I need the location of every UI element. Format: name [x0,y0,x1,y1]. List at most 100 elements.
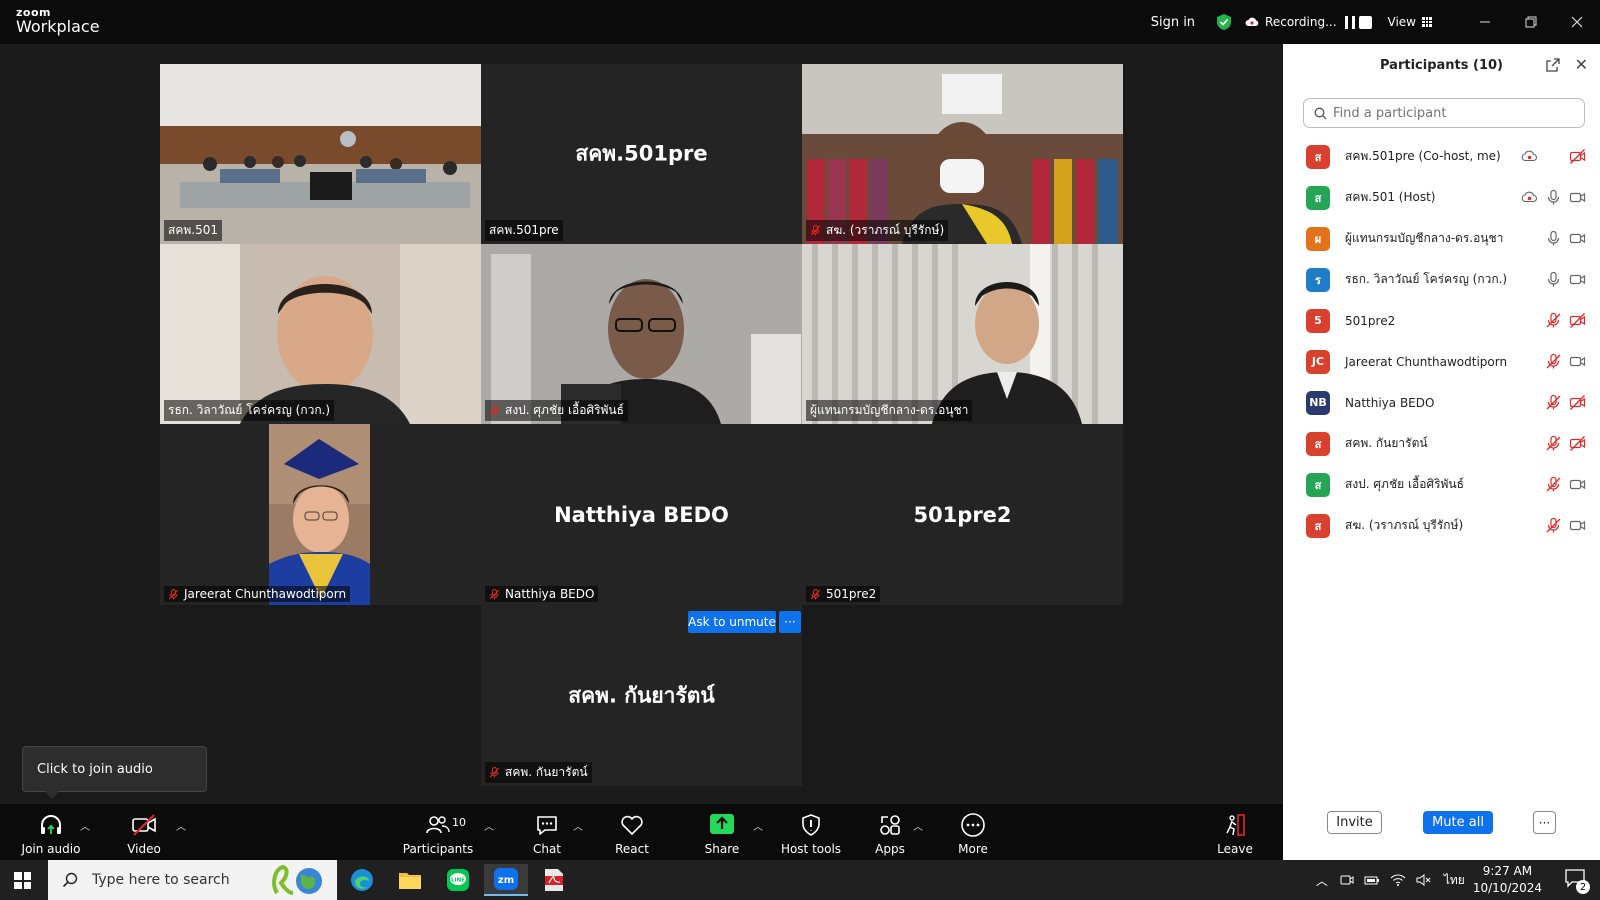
tile-name-label: สคพ.501 [164,220,222,241]
video-tile-name-only[interactable]: สคพ.501pre สคพ.501pre [481,64,802,244]
apps-icon [880,815,900,835]
share-button[interactable]: Share [697,804,747,860]
recording-indicator[interactable]: Recording... [1245,15,1372,29]
speaker-muted-icon[interactable] [1416,873,1432,887]
participant-name: ผู้แทนกรมบัญชีกลาง-ดร.อนุชา [1345,231,1504,245]
taskbar-line-icon[interactable]: LINE [436,864,480,896]
video-tile-man-suit[interactable]: ผู้แทนกรมบัญชีกลาง-ดร.อนุชา [802,244,1123,424]
react-button[interactable]: React [607,804,657,860]
participant-avatar: NB [1306,390,1330,415]
participant-row[interactable]: NB Natthiya BEDO [1283,382,1600,423]
participants-icon [426,816,450,834]
join-audio-button[interactable]: Join audio [16,804,86,860]
notification-center-icon[interactable]: 2 [1564,868,1590,894]
taskbar-edge-icon[interactable] [340,864,384,896]
participants-button[interactable]: Participants [400,804,476,860]
invite-button[interactable]: Invite [1327,811,1382,834]
participants-count-badge: 10 [452,816,466,829]
view-button[interactable]: View [1388,15,1432,29]
camera-icon[interactable] [1569,189,1586,206]
input-language[interactable]: ไทย [1444,871,1465,890]
video-tile-man-glasses[interactable]: สงป. ศุภชัย เอื้อศิริพันธ์ [481,244,802,424]
taskbar-file-explorer-icon[interactable] [388,864,432,896]
participant-row[interactable]: ส สคพ.501 (Host) [1283,177,1600,218]
taskbar-acrobat-icon[interactable] [532,864,576,896]
minimize-icon[interactable] [1462,0,1508,44]
mic-muted-icon[interactable] [1545,353,1562,370]
participant-row[interactable]: ส สคพ. กันยารัตน์ [1283,423,1600,464]
camera-off-icon[interactable] [1569,394,1586,411]
participant-row[interactable]: ส สคพ.501pre (Co-host, me) [1283,136,1600,177]
more-button[interactable]: More [948,804,998,860]
video-tile-active-speaker[interactable]: รธก. วิลาวัณย์ โคร่ครญ (กวก.) [160,244,481,424]
stop-recording-icon[interactable] [1358,15,1372,29]
ask-to-unmute-button[interactable]: Ask to unmute [688,611,776,633]
participant-row[interactable]: JC Jareerat Chunthawodtiporn [1283,341,1600,382]
participant-name: สคพ.501pre (Co-host, me) [1345,149,1501,163]
mic-muted-icon[interactable] [1545,312,1562,329]
mic-muted-icon[interactable] [1545,517,1562,534]
battery-icon[interactable] [1364,873,1380,887]
apps-options-caret-icon[interactable]: ︿ [913,818,923,833]
mic-icon[interactable] [1545,271,1562,288]
camera-off-icon[interactable] [1569,312,1586,329]
video-tile-name-only[interactable]: Natthiya BEDO Natthiya BEDO [481,424,802,605]
panel-more-button[interactable]: ··· [1533,811,1556,834]
close-icon[interactable] [1554,0,1600,44]
camera-icon[interactable] [1569,353,1586,370]
share-options-caret-icon[interactable]: ︿ [753,818,763,833]
video-tile-meeting-room[interactable]: สคพ.501 [160,64,481,244]
camera-icon[interactable] [1569,271,1586,288]
camera-off-icon[interactable] [1569,148,1586,165]
participant-search[interactable] [1303,98,1585,128]
video-options-caret-icon[interactable]: ︿ [176,818,186,833]
mic-icon[interactable] [1545,230,1562,247]
host-tools-button[interactable]: Host tools [778,804,844,860]
leave-button[interactable]: Leave [1210,804,1260,860]
wifi-icon[interactable] [1390,873,1406,887]
title-bar-controls: Sign in Recording... View [1151,0,1600,44]
chat-options-caret-icon[interactable]: ︿ [573,818,583,833]
show-hidden-icons[interactable]: ︿ [1316,872,1328,889]
participant-row[interactable]: ส สงป. ศุภชัย เอื้อศิริพันธ์ [1283,464,1600,505]
video-tile-name-only[interactable]: 501pre2 501pre2 [802,424,1123,605]
pop-out-icon[interactable] [1546,58,1560,72]
video-tile-woman-mask[interactable]: สฆ. (วราภรณ์ บุรีรักษ์) [802,64,1123,244]
taskbar-zoom-icon[interactable]: zm [484,864,528,896]
encryption-shield-icon[interactable] [1215,13,1233,31]
chat-button[interactable]: Chat [522,804,572,860]
mic-muted-icon[interactable] [1545,476,1562,493]
participants-panel: Participants (10) ✕ สสคพ.501pre (Co-host… [1283,44,1600,860]
restore-icon[interactable] [1508,0,1554,44]
search-icon [1314,107,1327,119]
participant-row[interactable]: ร รธก. วิลาวัณย์ โคร่ครญ (กวก.) [1283,259,1600,300]
camera-off-icon[interactable] [1569,435,1586,452]
search-input[interactable] [1333,105,1573,121]
participant-name: สงป. ศุภชัย เอื้อศิริพันธ์ [1345,477,1464,491]
windows-start-icon[interactable] [14,872,31,889]
participants-options-caret-icon[interactable]: ︿ [484,818,494,833]
meet-now-icon[interactable] [1340,873,1354,887]
camera-icon[interactable] [1569,517,1586,534]
mute-all-button[interactable]: Mute all [1423,811,1493,834]
mic-muted-icon[interactable] [1545,435,1562,452]
participant-display-name: Natthiya BEDO [554,502,729,527]
video-button[interactable]: Video [114,804,174,860]
close-panel-icon[interactable]: ✕ [1575,55,1588,74]
camera-icon[interactable] [1569,230,1586,247]
sign-in-link[interactable]: Sign in [1151,15,1195,30]
video-tile-graduate[interactable]: Jareerat Chunthawodtiporn [160,424,481,605]
mic-muted-icon[interactable] [1545,394,1562,411]
taskbar-search-box[interactable]: Type here to search [48,860,337,900]
camera-icon[interactable] [1569,476,1586,493]
apps-button[interactable]: Apps [865,804,915,860]
mic-icon[interactable] [1545,189,1562,206]
tile-more-button[interactable]: ··· [779,611,801,633]
pause-recording-icon[interactable] [1344,15,1355,29]
participant-row[interactable]: ผ ผู้แทนกรมบัญชีกลาง-ดร.อนุชา [1283,218,1600,259]
audio-options-caret-icon[interactable]: ︿ [80,818,90,833]
taskbar-clock[interactable]: 9:27 AM 10/10/2024 [1473,863,1542,897]
headphones-icon [41,815,61,834]
participant-row[interactable]: 5 501pre2 [1283,300,1600,341]
participant-row[interactable]: ส สฆ. (วราภรณ์ บุรีรักษ์) [1283,505,1600,546]
